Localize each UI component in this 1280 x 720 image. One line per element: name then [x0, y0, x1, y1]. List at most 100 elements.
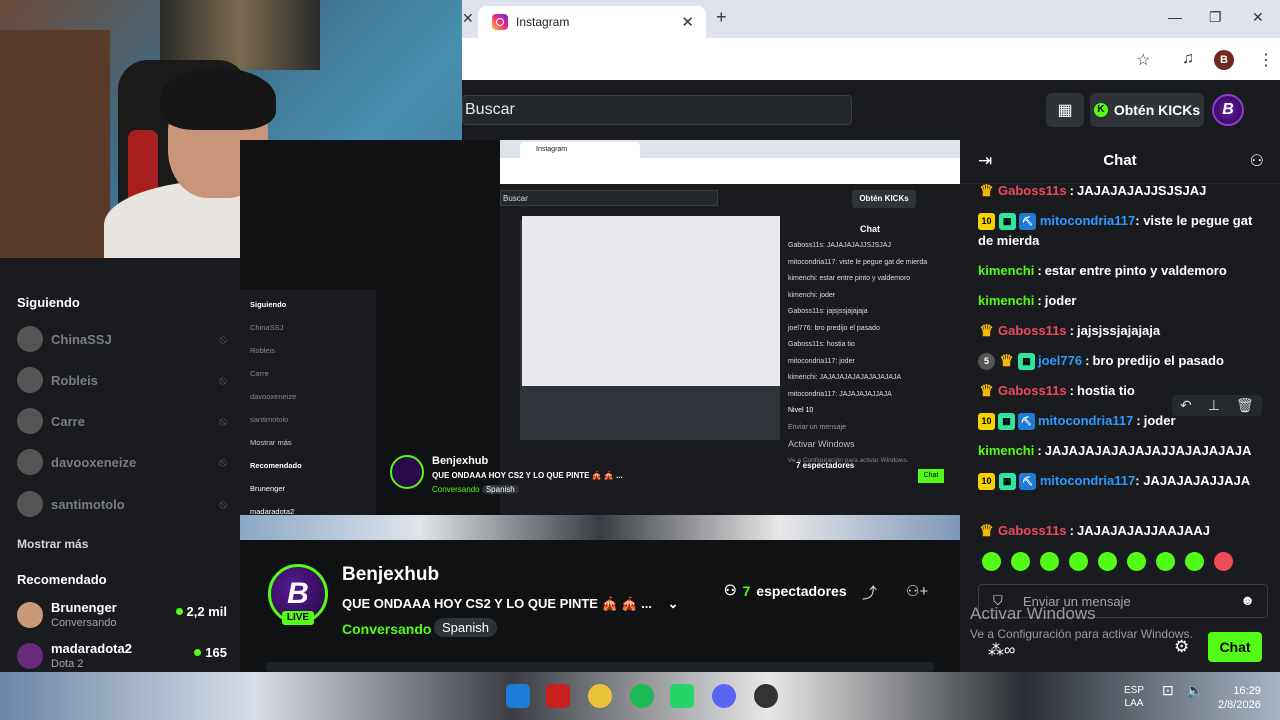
nested-chat-line: Gaboss11s: JAJAJAJAJJSJSJAJ	[788, 242, 891, 249]
chat-message[interactable]: 5 ♛ ▦ joel776: bro predijo el pasado	[978, 346, 1268, 376]
nested-chat-line: kimenchi: joder	[788, 291, 836, 299]
following-item[interactable]: ChinaSSJ ⦸	[17, 326, 227, 352]
language-tag[interactable]: Spanish	[434, 618, 497, 637]
chat-username[interactable]: mitocondria117	[1038, 406, 1133, 436]
emote-icon[interactable]	[982, 552, 1001, 571]
search-input[interactable]: Buscar	[462, 95, 852, 125]
chat-message[interactable]: 10 ▦ ⛏ mitocondria117: JAJAJAJAJJAJA	[978, 466, 1268, 516]
following-item[interactable]: davooxeneize ⦸	[17, 449, 227, 475]
follow-user-icon[interactable]: ⚇+	[906, 582, 928, 600]
spotify-icon[interactable]	[630, 684, 654, 708]
chat-username[interactable]: Gaboss11s	[998, 176, 1067, 206]
chat-message[interactable]: kimenchi: joder	[978, 286, 1268, 316]
language-indicator[interactable]: ESP LAA	[1124, 684, 1144, 710]
obs-icon[interactable]	[754, 684, 778, 708]
chat-username[interactable]: Gaboss11s	[998, 316, 1067, 346]
reply-icon[interactable]: ↶	[1180, 397, 1192, 414]
whatsapp-icon[interactable]	[670, 684, 694, 708]
minimize-icon[interactable]: —	[1168, 9, 1182, 25]
taskbar: ESP LAA ⊡ 🔈 16:29 2/8/2026	[0, 672, 1280, 720]
new-tab-button[interactable]: +	[716, 7, 727, 28]
level-badge: 10	[978, 473, 995, 491]
recommended-item[interactable]: madaradota2 Dota 2 165	[17, 641, 227, 675]
show-more-link[interactable]: Mostrar más	[17, 537, 88, 551]
offline-icon: ⦸	[219, 454, 227, 469]
tab-instagram[interactable]: Instagram ✕	[478, 6, 706, 38]
viewers-icon: ⚇	[724, 582, 737, 598]
send-chat-button[interactable]: Chat	[1208, 632, 1262, 662]
avatar	[17, 602, 43, 628]
close-tab-icon[interactable]: ✕	[462, 10, 474, 27]
chevron-down-icon[interactable]: ⌄	[668, 596, 679, 611]
clock[interactable]: 16:29 2/8/2026	[1218, 684, 1261, 712]
chat-separator: :	[1085, 353, 1090, 368]
nested-chat-title: Chat	[860, 224, 880, 234]
gear-icon[interactable]: ⚙	[1174, 637, 1189, 657]
chrome-icon[interactable]	[588, 684, 612, 708]
chat-username[interactable]: kimenchi	[978, 286, 1034, 316]
emote-icon[interactable]	[1011, 552, 1030, 571]
emote-icon[interactable]	[1156, 552, 1175, 571]
following-item[interactable]: santimotolo ⦸	[17, 491, 227, 517]
chat-message[interactable]: 10 ▦ ⛏ mitocondria117: viste le pegue ga…	[978, 206, 1268, 256]
chat-separator: :	[1037, 263, 1042, 278]
network-icon[interactable]: ⊡	[1162, 683, 1174, 697]
chat-username[interactable]: joel776	[1038, 346, 1082, 376]
chat-message[interactable]: ♛ Gaboss11s: JAJAJAJAJJSJSJAJ	[978, 176, 1268, 206]
recommended-viewers: 165	[194, 645, 227, 660]
chat-message[interactable]: ♛ Gaboss11s: jajsjssjajajaja	[978, 316, 1268, 346]
bookmark-star-icon[interactable]: ☆	[1136, 50, 1150, 70]
chat-users-icon[interactable]: ⚇	[1250, 151, 1264, 171]
chat-message-text: jajsjssjajajaja	[1077, 323, 1161, 338]
emoji-icon[interactable]: ☻	[1240, 592, 1255, 608]
chat-username[interactable]: kimenchi	[978, 436, 1034, 466]
chat-username[interactable]: mitocondria117	[1040, 473, 1135, 488]
stream-video-player[interactable]: Siguiendo ChinaSSJ Robleis Carre davooxe…	[240, 140, 960, 540]
live-badge: LIVE	[282, 611, 314, 625]
offline-icon: ⦸	[219, 496, 227, 511]
following-item[interactable]: Robleis ⦸	[17, 367, 227, 393]
emote-icon[interactable]	[1098, 552, 1117, 571]
nested-chat-line: joel776: bro predijo el pasado	[788, 324, 880, 332]
chat-message[interactable]: ♛ Gaboss11s: JAJAJAJAJJAAJAAJ	[978, 516, 1268, 546]
emote-icon[interactable]	[1214, 552, 1233, 571]
chat-username[interactable]: Gaboss11s	[998, 516, 1067, 546]
channel-name[interactable]: Benjexhub	[342, 564, 439, 586]
volume-icon[interactable]: 🔈	[1186, 683, 1203, 697]
viewers-count: 2,2 mil	[186, 604, 227, 619]
following-item[interactable]: Carre ⦸	[17, 408, 227, 434]
browser-profile-avatar[interactable]: B	[1214, 50, 1234, 70]
crown-badge-icon: ♛	[979, 382, 994, 400]
windows-start-icon[interactable]	[506, 684, 530, 708]
chat-message[interactable]: kimenchi: estar entre pinto y valdemoro	[978, 256, 1268, 286]
close-tab-icon[interactable]: ✕	[681, 13, 694, 31]
close-window-icon[interactable]: ✕	[1252, 9, 1264, 26]
level-badge: 10	[978, 412, 995, 430]
discord-icon[interactable]	[712, 684, 736, 708]
chat-message[interactable]: kimenchi: JAJAJAJAJAJAJAJJAJAJAJAJA	[978, 436, 1268, 466]
media-control-icon[interactable]: ♫	[1182, 50, 1194, 68]
stream-category[interactable]: Conversando	[342, 621, 431, 637]
activate-windows-watermark: Activar Windows	[970, 604, 1096, 623]
chat-username[interactable]: mitocondria117	[1040, 213, 1135, 228]
chat-message-text: JAJAJAJAJJAAJAAJ	[1077, 523, 1210, 538]
emote-icon[interactable]	[1185, 552, 1204, 571]
menu-dots-icon[interactable]: ⋮	[1258, 50, 1274, 70]
recommended-item[interactable]: Brunenger Conversando 2,2 mil	[17, 600, 227, 634]
share-icon[interactable]: ⤴	[862, 582, 877, 603]
rewards-icon[interactable]: ⁂∞	[988, 640, 1015, 660]
user-avatar[interactable]: B	[1212, 94, 1244, 126]
maximize-icon[interactable]: ❐	[1209, 9, 1222, 26]
emote-icon[interactable]	[1069, 552, 1088, 571]
browse-button[interactable]: ▦	[1046, 93, 1084, 127]
voicemeeter-icon[interactable]	[546, 684, 570, 708]
emote-icon[interactable]	[1127, 552, 1146, 571]
emote-icon[interactable]	[1040, 552, 1059, 571]
chat-username[interactable]: kimenchi	[978, 256, 1034, 286]
pin-icon[interactable]: ⊥	[1208, 397, 1220, 414]
recommended-title: Recomendado	[17, 572, 107, 587]
get-kicks-button[interactable]: K Obtén KICKs	[1090, 93, 1204, 127]
delete-icon[interactable]: 🗑	[1236, 397, 1254, 414]
nested-sidebar-item: Siguiendo	[250, 300, 287, 309]
chat-username[interactable]: Gaboss11s	[998, 376, 1067, 406]
